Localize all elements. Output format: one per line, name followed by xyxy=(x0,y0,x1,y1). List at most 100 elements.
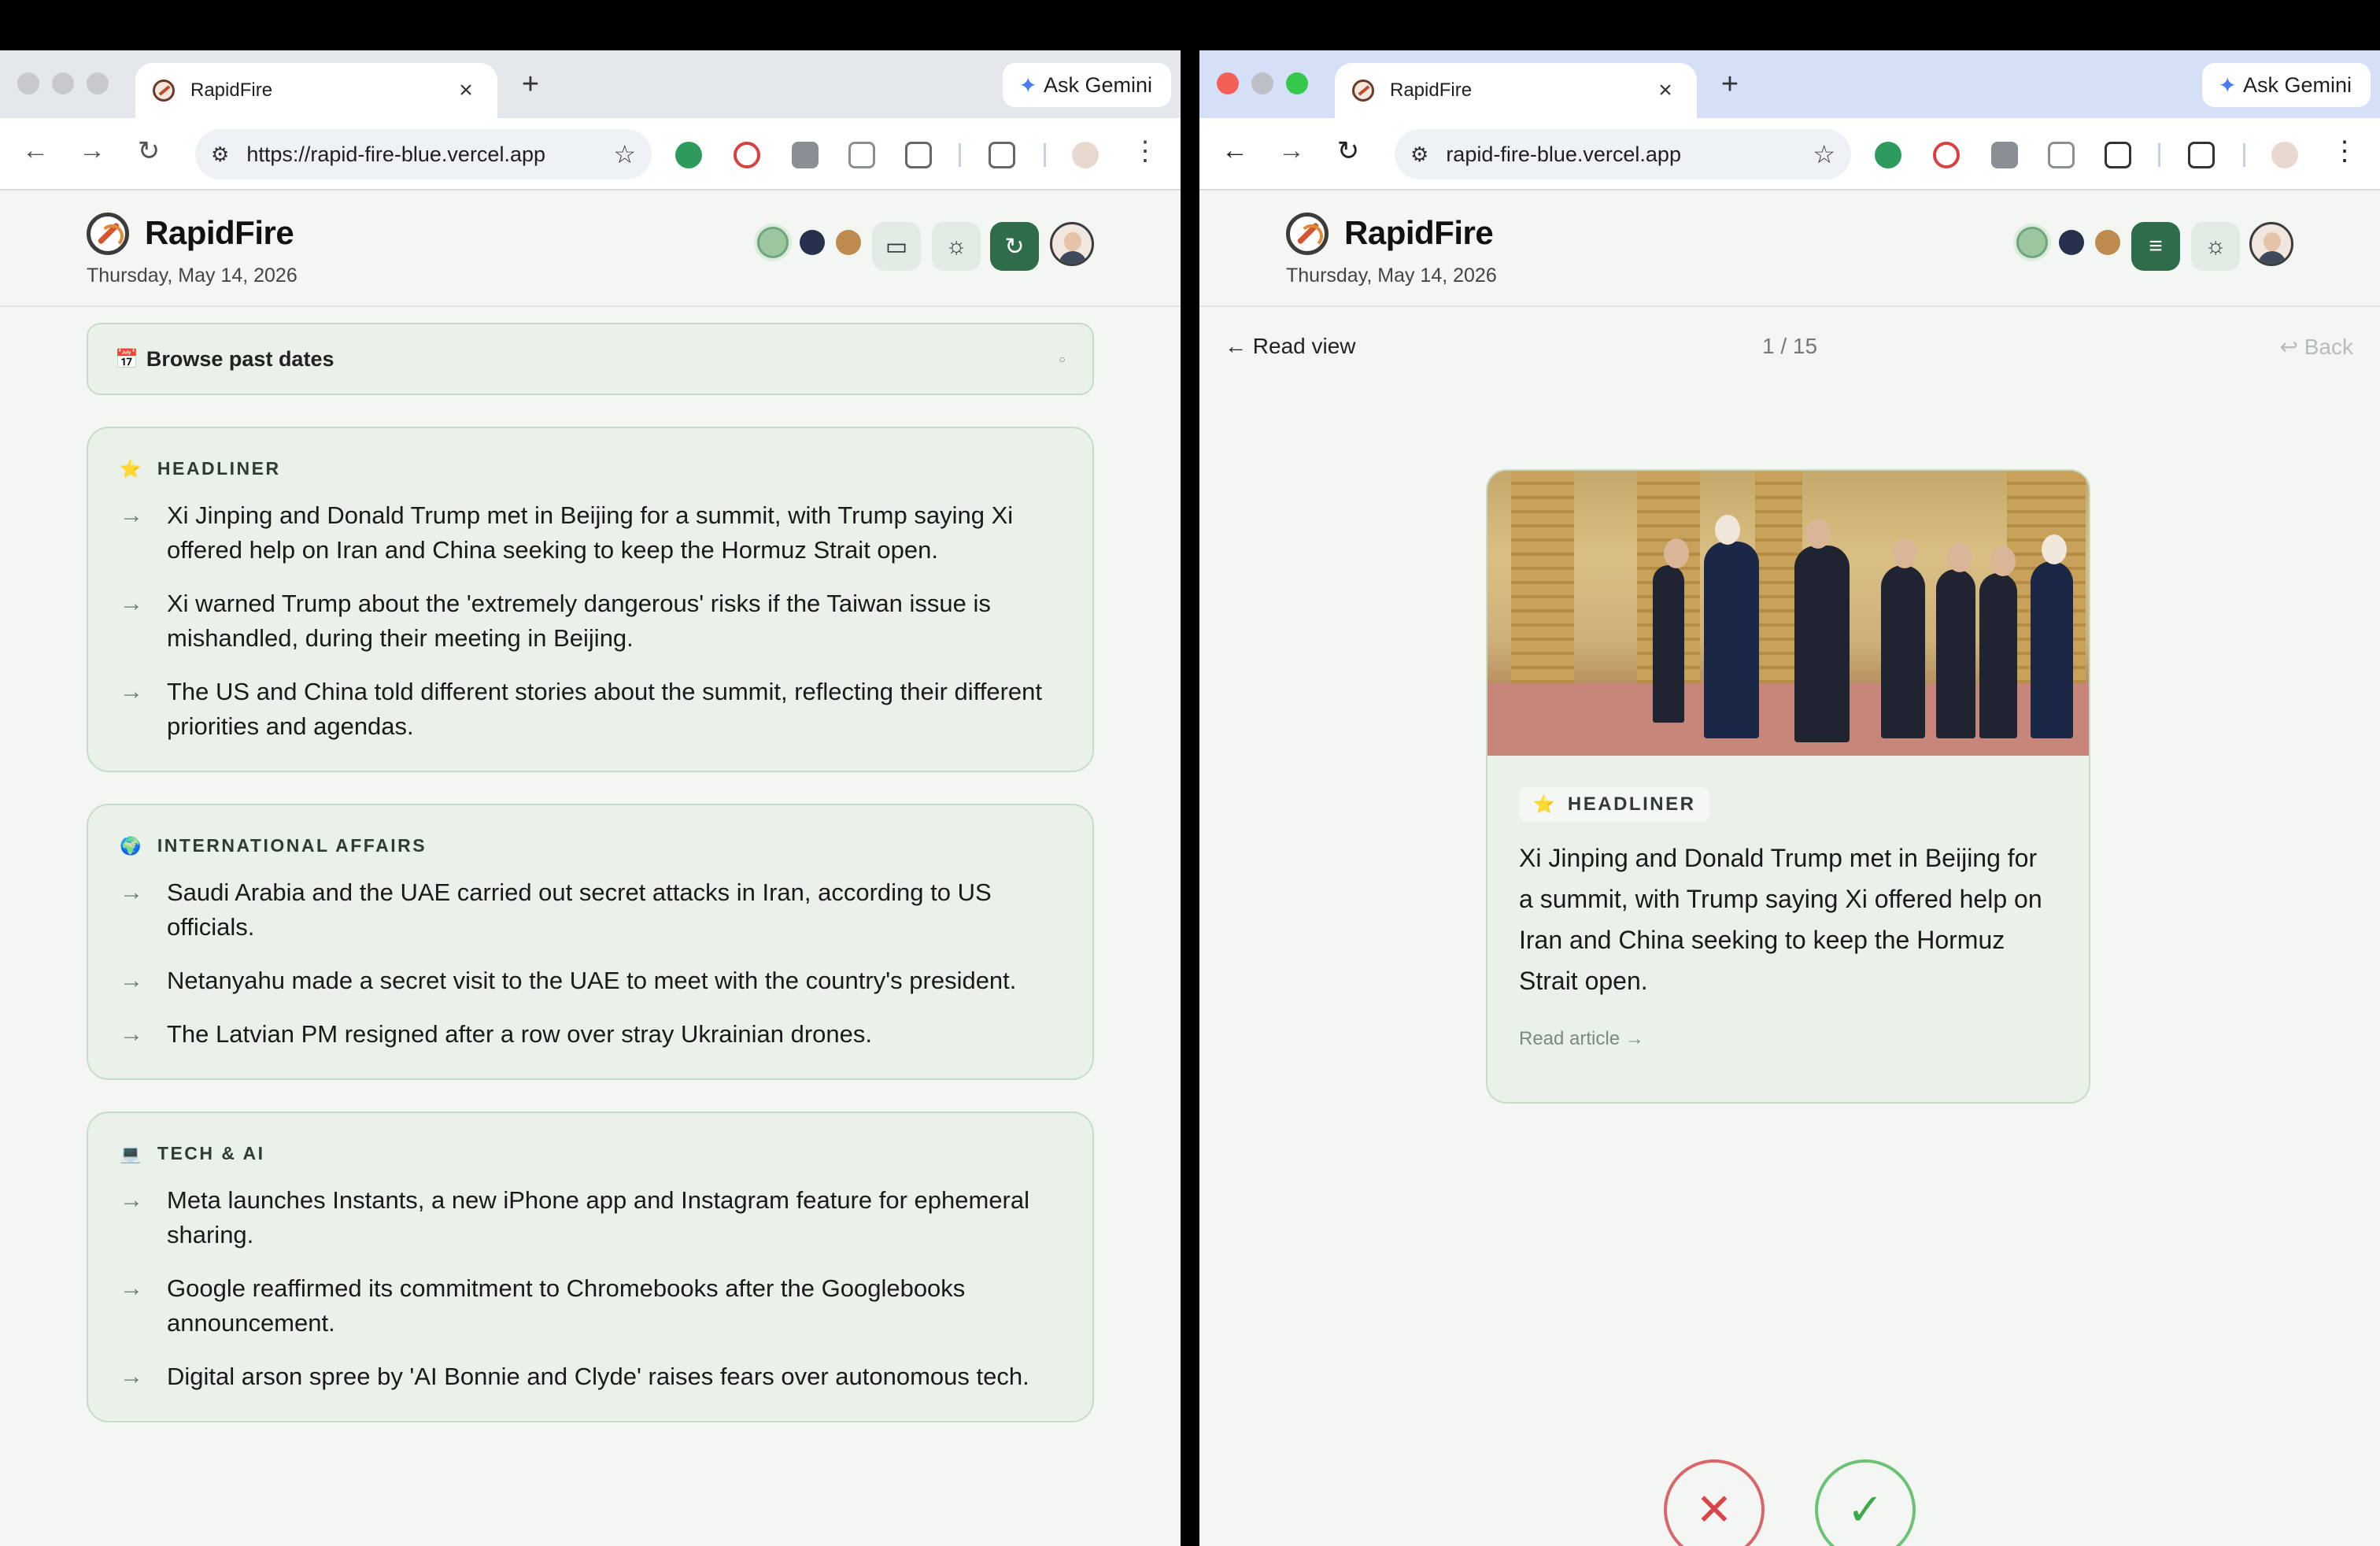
photo-figure xyxy=(1704,515,1759,738)
current-date: Thursday, May 14, 2026 xyxy=(87,264,298,287)
headline-item[interactable]: → Digital arson spree by 'AI Bonnie and C… xyxy=(120,1359,1061,1394)
new-tab-icon[interactable]: + xyxy=(513,68,548,102)
headline-item[interactable]: → The Latvian PM resigned after a row ove… xyxy=(120,1017,1061,1052)
ask-gemini-label: Ask Gemini xyxy=(2242,72,2352,97)
headline-text: Google reaffirmed its commitment to Chro… xyxy=(167,1274,966,1337)
document-extension-icon[interactable] xyxy=(2048,142,2075,168)
headline-item[interactable]: → Saudi Arabia and the UAE carried out se… xyxy=(120,875,1061,945)
gemini-spark-icon: ✦ xyxy=(1018,72,1037,98)
arrow-right-icon: → xyxy=(120,1275,143,1301)
toolbar-divider xyxy=(959,143,961,167)
extensions-puzzle-icon[interactable] xyxy=(905,142,932,168)
section-icon: 🌍 xyxy=(120,835,143,856)
ask-gemini-button[interactable]: ✦ Ask Gemini xyxy=(1003,63,1171,107)
ask-gemini-button[interactable]: ✦ Ask Gemini xyxy=(2202,63,2371,107)
theme-navy-swatch[interactable] xyxy=(800,230,825,255)
red-extension-icon[interactable] xyxy=(1933,142,1960,168)
address-bar[interactable]: ⚙ rapid-fire-blue.vercel.app ☆ xyxy=(1395,129,1851,179)
site-settings-icon[interactable]: ⚙ xyxy=(211,142,229,167)
headline-item[interactable]: → Google reaffirmed its commitment to Chr… xyxy=(120,1271,1061,1341)
arrow-right-icon: → xyxy=(120,1187,143,1213)
notes-extension-icon[interactable] xyxy=(792,142,819,168)
arrow-right-icon: → xyxy=(120,967,143,993)
refresh-icon[interactable]: ↻ xyxy=(990,222,1039,271)
bookmark-star-icon[interactable]: ☆ xyxy=(1813,139,1835,169)
maximize-window-button[interactable] xyxy=(1286,72,1308,94)
forward-arrow-icon[interactable]: → xyxy=(1272,135,1311,166)
gemini-spark-icon: ✦ xyxy=(2218,72,2237,98)
theme-navy-swatch[interactable] xyxy=(2059,230,2084,255)
card-counter: 1 / 15 xyxy=(1761,334,1818,358)
read-article-link[interactable]: Read article → xyxy=(1519,1028,2089,1050)
back-arrow-icon[interactable]: ← xyxy=(16,135,55,166)
article-photo xyxy=(1488,471,2089,756)
extensions-puzzle-icon[interactable] xyxy=(2105,142,2131,168)
headline-item[interactable]: → Meta launches Instants, a new iPhone ap… xyxy=(120,1183,1061,1252)
bookmark-star-icon[interactable]: ☆ xyxy=(613,139,636,169)
headline-item[interactable]: → Xi warned Trump about the 'extremely da… xyxy=(120,586,1061,656)
notes-extension-icon[interactable] xyxy=(1991,142,2018,168)
close-tab-icon[interactable]: × xyxy=(1651,77,1680,104)
category-tag-label: HEADLINER xyxy=(1567,793,1696,815)
browser-tab[interactable]: RapidFire × xyxy=(135,63,497,118)
close-window-button[interactable] xyxy=(1217,72,1239,94)
grammarly-extension-icon[interactable] xyxy=(675,142,702,168)
headline-item[interactable]: → The US and China told different stories… xyxy=(120,675,1061,744)
digest-list: 📅 Browse past dates ○ ⭐ HEADLINER → Xi Jinp… xyxy=(87,323,1094,1422)
tab-search-icon[interactable] xyxy=(989,142,1015,168)
back-arrow-icon[interactable]: ← xyxy=(1215,135,1255,166)
app-page: RapidFire Thursday, May 14, 2026 ▭ ☼ ↻ 📅… xyxy=(0,190,1181,1546)
headline-item[interactable]: → Xi Jinping and Donald Trump met in Beij… xyxy=(120,498,1061,568)
app-header: RapidFire Thursday, May 14, 2026 ▭ ☼ ↻ xyxy=(0,190,1181,307)
address-bar[interactable]: ⚙ https://rapid-fire-blue.vercel.app ☆ xyxy=(195,129,652,179)
back-link[interactable]: ↩ Back xyxy=(2280,334,2354,360)
browser-menu-icon[interactable]: ⋮ xyxy=(1132,135,1159,167)
theme-picker xyxy=(2016,227,2120,258)
tab-search-icon[interactable] xyxy=(2188,142,2215,168)
forward-arrow-icon[interactable]: → xyxy=(72,135,112,166)
tab-strip: RapidFire × + ✦ Ask Gemini xyxy=(1199,50,2380,118)
user-avatar[interactable] xyxy=(1050,222,1094,266)
close-window-button[interactable] xyxy=(17,72,39,94)
section-card: 💻 TECH & AI → Meta launches Instants, a new… xyxy=(87,1111,1094,1422)
grammarly-extension-icon[interactable] xyxy=(1875,142,1901,168)
red-extension-icon[interactable] xyxy=(734,142,760,168)
site-settings-icon[interactable]: ⚙ xyxy=(1410,142,1428,167)
browse-past-dates-button[interactable]: 📅 Browse past dates ○ xyxy=(87,323,1094,395)
theme-sage-swatch[interactable] xyxy=(757,227,789,258)
photo-figure xyxy=(2031,534,2073,738)
brightness-icon[interactable]: ☼ xyxy=(2191,222,2240,271)
minimize-window-button[interactable] xyxy=(1251,72,1273,94)
photo-figure xyxy=(1979,546,2017,738)
list-view-icon[interactable]: ≡ xyxy=(2131,222,2180,271)
photo-column xyxy=(1511,471,1574,683)
rapidfire-favicon-icon xyxy=(153,80,175,102)
section-title-label: HEADLINER xyxy=(157,458,281,479)
reject-button[interactable]: ✕ xyxy=(1664,1459,1765,1546)
card-summary: Xi Jinping and Donald Trump met in Beiji… xyxy=(1519,844,2042,995)
theme-tan-swatch[interactable] xyxy=(836,230,861,255)
reload-icon[interactable]: ↻ xyxy=(129,135,168,167)
close-x-icon: ✕ xyxy=(1695,1485,1733,1534)
new-tab-icon[interactable]: + xyxy=(1713,68,1747,102)
calendar-icon: 📅 xyxy=(115,348,139,370)
accept-button[interactable]: ✓ xyxy=(1815,1459,1916,1546)
user-avatar[interactable] xyxy=(2249,222,2293,266)
browser-menu-icon[interactable]: ⋮ xyxy=(2331,135,2358,167)
profile-avatar-icon[interactable] xyxy=(2271,142,2298,168)
document-extension-icon[interactable] xyxy=(848,142,875,168)
tab-title: RapidFire xyxy=(1390,80,1473,101)
browser-tab[interactable]: RapidFire × xyxy=(1335,63,1697,118)
profile-avatar-icon[interactable] xyxy=(1072,142,1099,168)
window-controls xyxy=(17,72,109,94)
minimize-window-button[interactable] xyxy=(52,72,74,94)
photo-figure xyxy=(1653,538,1689,723)
brightness-icon[interactable]: ☼ xyxy=(932,222,981,271)
theme-tan-swatch[interactable] xyxy=(2095,230,2120,255)
close-tab-icon[interactable]: × xyxy=(452,77,480,104)
maximize-window-button[interactable] xyxy=(87,72,109,94)
reload-icon[interactable]: ↻ xyxy=(1329,135,1368,167)
theme-sage-swatch[interactable] xyxy=(2016,227,2048,258)
card-view-icon[interactable]: ▭ xyxy=(872,222,921,271)
headline-item[interactable]: → Netanyahu made a secret visit to the UA… xyxy=(120,963,1061,998)
